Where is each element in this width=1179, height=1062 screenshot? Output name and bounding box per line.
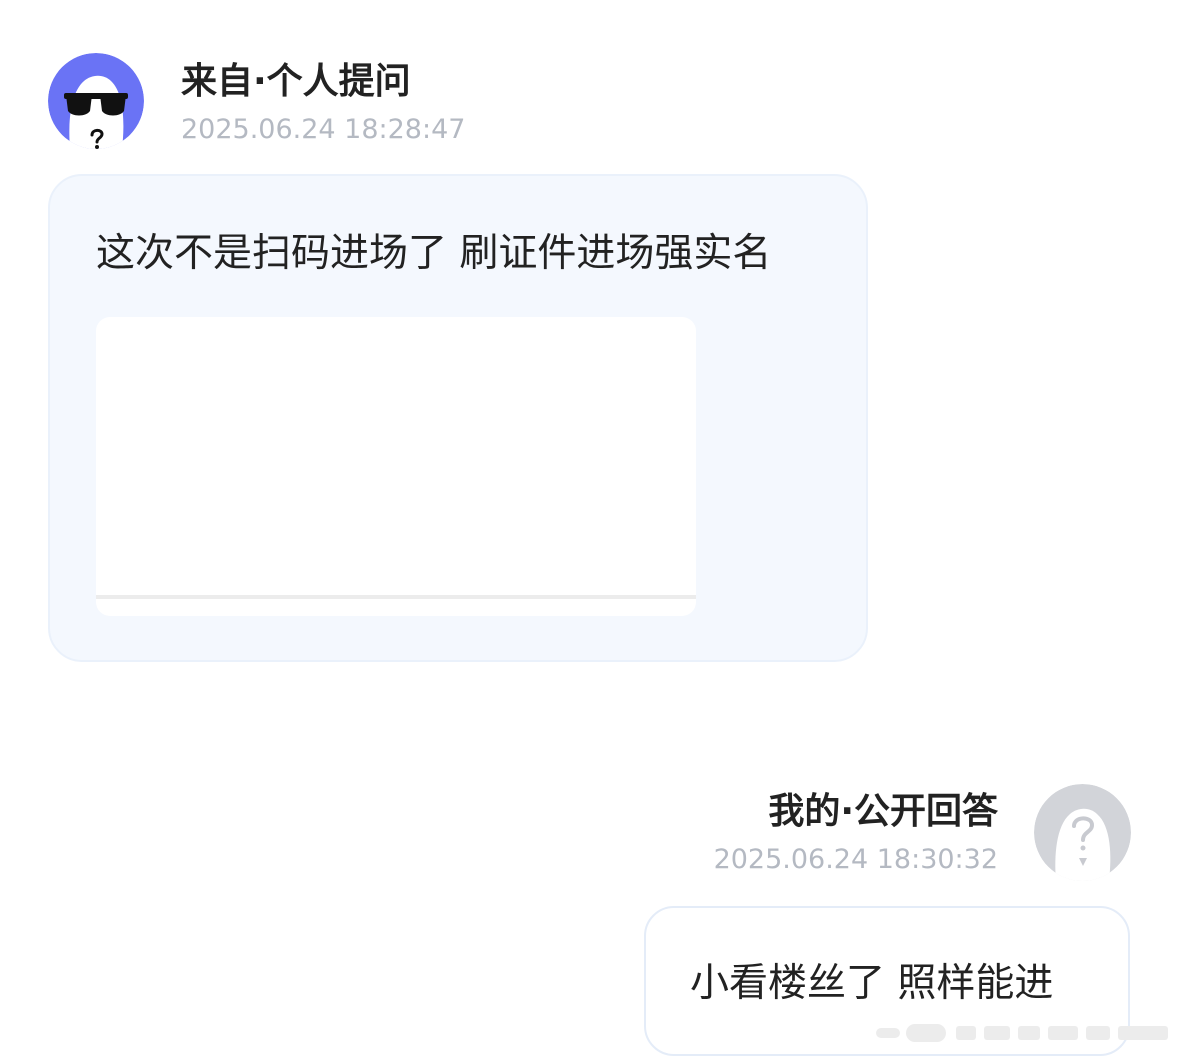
attachment-divider	[96, 595, 696, 599]
question-source-title: 来自·个人提问	[181, 61, 411, 102]
sunglasses-face-avatar-icon	[48, 53, 144, 149]
question-attachment-card[interactable]	[96, 317, 696, 616]
question-text: 这次不是扫码进场了 刷证件进场强实名	[96, 231, 772, 276]
answer-timestamp: 2025.06.24 18:30:32	[713, 844, 998, 875]
question-mark-avatar-icon	[1034, 784, 1131, 881]
answerer-avatar[interactable]	[1034, 784, 1131, 881]
answer-text: 小看楼丝了 照样能进	[690, 961, 1054, 1006]
question-timestamp: 2025.06.24 18:28:47	[181, 114, 466, 145]
answer-source-title: 我的·公开回答	[768, 791, 998, 832]
watermark-strip	[876, 1016, 1172, 1048]
asker-avatar[interactable]	[48, 53, 144, 149]
